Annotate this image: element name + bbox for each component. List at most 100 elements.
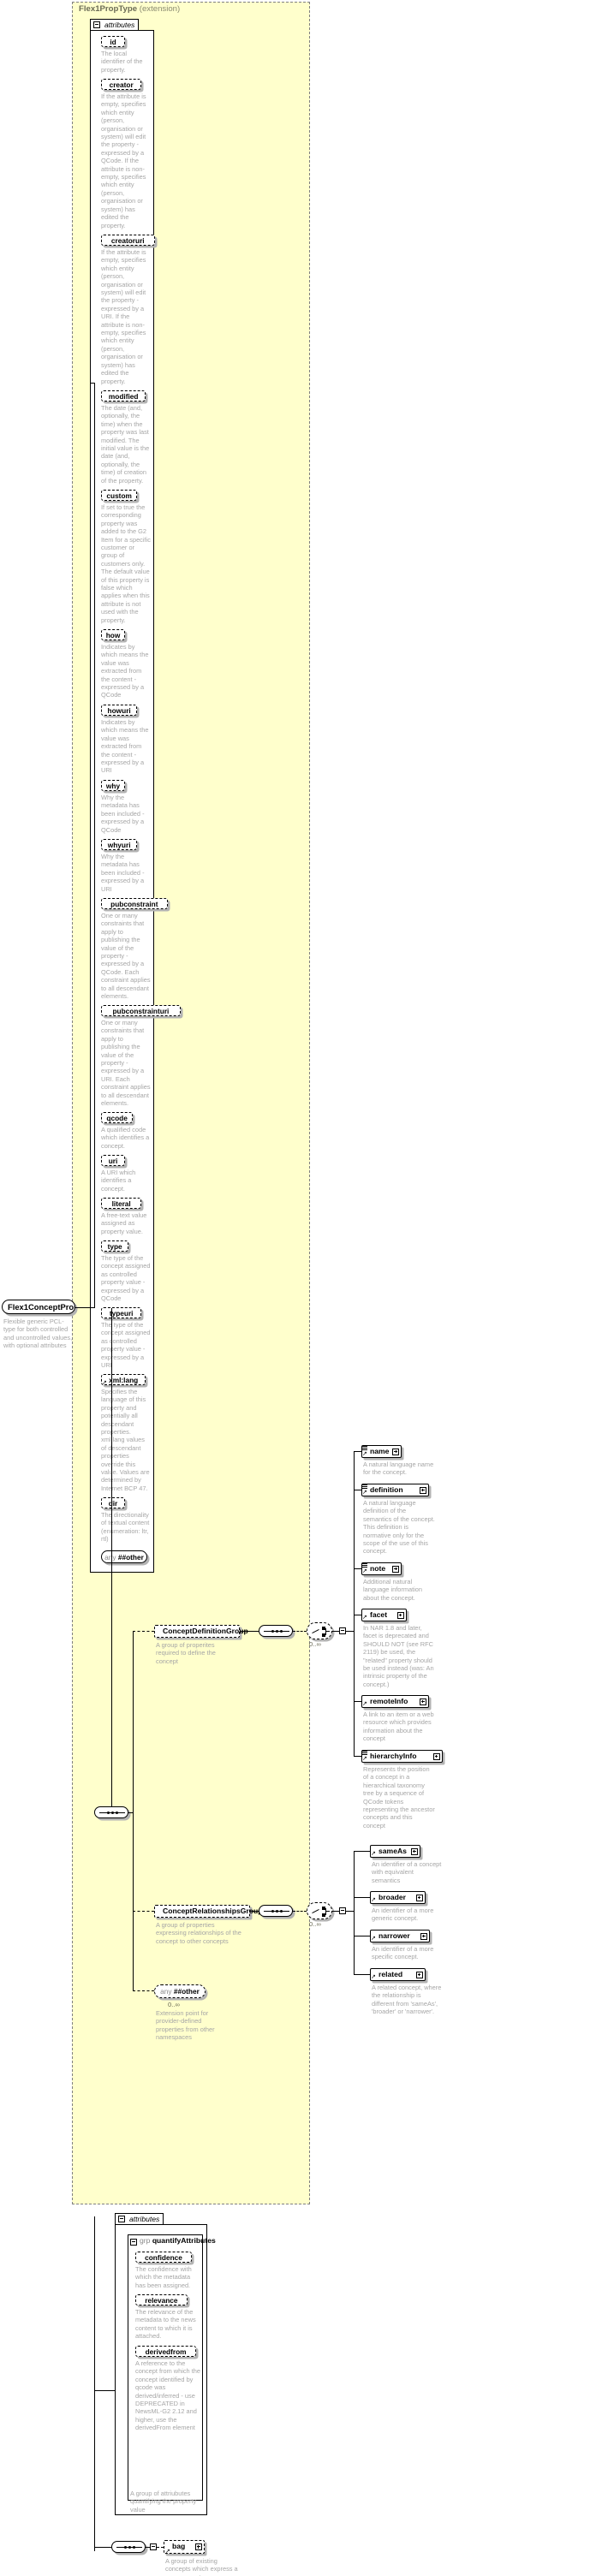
crg-seq-to-choice (293, 1911, 307, 1912)
attribute-description: A URI which identifies a concept. (101, 1169, 136, 1193)
attributes-tab-label: attributes (104, 21, 135, 29)
element-expand-icon[interactable] (392, 1565, 400, 1573)
element-description: An identifier of a more specific concept… (372, 1945, 434, 1961)
cdg-sequence-compositor[interactable] (259, 1625, 293, 1637)
element-label: name (370, 1447, 390, 1455)
element-bag-expand-icon[interactable] (195, 2543, 202, 2550)
attribute-description: Indicates by which means the value was e… (101, 643, 149, 699)
attribute-description: The relevance of the metadata to the new… (135, 2308, 196, 2341)
attribute-why[interactable]: why (101, 780, 125, 791)
crg-sequence-compositor[interactable] (259, 1905, 293, 1917)
attribute-label: confidence (145, 2253, 182, 2262)
attribute-ref-icon: ↗ (102, 1380, 107, 1386)
bottom-attributes-tab-label: attributes (129, 2215, 160, 2223)
attribute-typeuri[interactable]: typeuri (101, 1307, 142, 1318)
attribute-creator[interactable]: creator (101, 79, 142, 90)
element-connector (354, 1851, 370, 1852)
element-expand-icon[interactable] (420, 1932, 427, 1940)
element-description: An identifier of a more generic concept. (372, 1907, 434, 1923)
cdg-expand-icon[interactable] (339, 1627, 346, 1634)
element-expand-icon[interactable] (415, 1971, 423, 1978)
attribute-description: Indicates by which means the value was e… (101, 718, 149, 775)
attribute-description: One or many constraints that apply to pu… (101, 1019, 151, 1108)
any-element-cardinality: 0..∞ (168, 2001, 180, 2008)
attribute-description: Why the metadata has been included - exp… (101, 794, 145, 834)
group-concept-relationships-label: ConceptRelationshipsGroup (163, 1907, 263, 1915)
element-bag-ref-icon: ↗ (165, 2549, 170, 2555)
element-expand-icon[interactable] (415, 1894, 423, 1901)
attribute-label: how (105, 631, 121, 640)
main-sequence-compositor[interactable] (94, 1806, 128, 1818)
cdg-choice-compositor[interactable] (307, 1622, 332, 1639)
attribute-pubconstrainturi[interactable]: pubconstrainturi (101, 1005, 181, 1016)
element-expand-icon[interactable] (420, 1698, 426, 1705)
element-bag-description: A group of existing concepts which expre… (165, 2557, 238, 2576)
attribute-description: A qualified code which identifies a conc… (101, 1126, 150, 1150)
attribute-pubconstraint[interactable]: pubconstraint (101, 898, 168, 909)
attribute-whyuri[interactable]: whyuri (101, 839, 138, 850)
element-label: remoteInfo (370, 1697, 408, 1705)
element-expand-icon[interactable] (392, 1448, 400, 1455)
attributes-collapse-icon[interactable] (93, 21, 100, 28)
element-label: note (370, 1564, 386, 1573)
any-element-node[interactable]: any ##other (154, 1984, 206, 1998)
element-hierarchyInfo[interactable]: hierarchyInfo (361, 1750, 443, 1763)
attribute-modified[interactable]: modified (101, 390, 146, 402)
any-element-description: Extension point for provider-defined pro… (156, 2009, 215, 2042)
element-connector (354, 1897, 370, 1898)
attribute-qcode[interactable]: qcode (101, 1112, 134, 1123)
element-expand-icon[interactable] (420, 1486, 426, 1494)
attribute-relevance[interactable]: relevance (135, 2294, 188, 2305)
cdg-members-v (354, 1451, 355, 1756)
attribute-custom[interactable]: custom (101, 490, 138, 501)
attribute-description: The directionality of textual content (e… (101, 1511, 150, 1544)
crg-choice-compositor[interactable] (307, 1902, 332, 1919)
attribute-id[interactable]: id (101, 36, 125, 47)
crg-expand-icon[interactable] (339, 1907, 346, 1914)
element-sequence-icon (362, 1563, 367, 1568)
element-label: hierarchyInfo (370, 1752, 417, 1760)
cdg-cardinality: 0..∞ (309, 1640, 321, 1648)
attribute-literal[interactable]: literal (101, 1198, 142, 1209)
attribute-uri[interactable]: uri (101, 1155, 125, 1166)
branch-definition-group (133, 1631, 154, 1632)
attribute-howuri[interactable]: howuri (101, 705, 138, 716)
attribute-description: The type of the concept assigned as cont… (101, 1321, 151, 1370)
attribute-dir[interactable]: dir (101, 1497, 125, 1508)
element-ref-icon: ↗ (362, 1615, 367, 1621)
group-concept-definition[interactable]: ConceptDefinitionGroup (154, 1625, 248, 1638)
attribute-how[interactable]: how (101, 629, 125, 640)
bottom-seq-expand-icon[interactable] (150, 2543, 157, 2550)
attribute-description: Why the metadata has been included - exp… (101, 853, 145, 893)
attribute-description: If the attribute is empty, specifies whi… (101, 92, 146, 229)
element-expand-icon[interactable] (432, 1752, 440, 1760)
element-connector (354, 1568, 361, 1569)
bottom-sequence-compositor[interactable] (111, 2541, 146, 2553)
attribute-confidence[interactable]: confidence (135, 2252, 192, 2263)
element-ref-icon: ↗ (362, 1568, 367, 1574)
root-type-box[interactable]: Flex1ConceptPropType (2, 1300, 75, 1314)
attribute-type[interactable]: type (101, 1240, 129, 1252)
group-concept-definition-label: ConceptDefinitionGroup (163, 1627, 248, 1635)
bottom-seq-h (94, 2547, 111, 2548)
element-description: An identifier of a concept with equivale… (372, 1860, 442, 1884)
element-label: definition (370, 1485, 403, 1494)
element-expand-icon[interactable] (411, 1847, 418, 1855)
attribute-xml-lang[interactable]: xml:lang (101, 1374, 146, 1385)
quantify-group-collapse-icon[interactable] (130, 2239, 137, 2246)
group-concept-relationships[interactable]: ConceptRelationshipsGroup (154, 1905, 263, 1918)
any-attribute-node[interactable]: any ##other (101, 1550, 147, 1563)
bottom-attributes-collapse-icon[interactable] (118, 2216, 125, 2222)
element-ref-icon: ↗ (362, 1701, 367, 1707)
schema-diagram-canvas: Flex1PropType (extension) attributes id T… (0, 0, 608, 2576)
element-sequence-icon (362, 1484, 367, 1489)
crg-members-v (354, 1851, 355, 1974)
attribute-label: howuri (107, 706, 131, 715)
element-ref-icon: ↗ (362, 1756, 367, 1762)
element-expand-icon[interactable] (396, 1611, 404, 1619)
attribute-label: creatoruri (110, 236, 145, 245)
attribute-derivedfrom[interactable]: derivedfrom (135, 2346, 197, 2357)
crg-cardinality: 0..∞ (309, 1920, 321, 1928)
attribute-creatoruri[interactable]: creatoruri (101, 235, 155, 246)
element-connector (354, 1701, 361, 1702)
